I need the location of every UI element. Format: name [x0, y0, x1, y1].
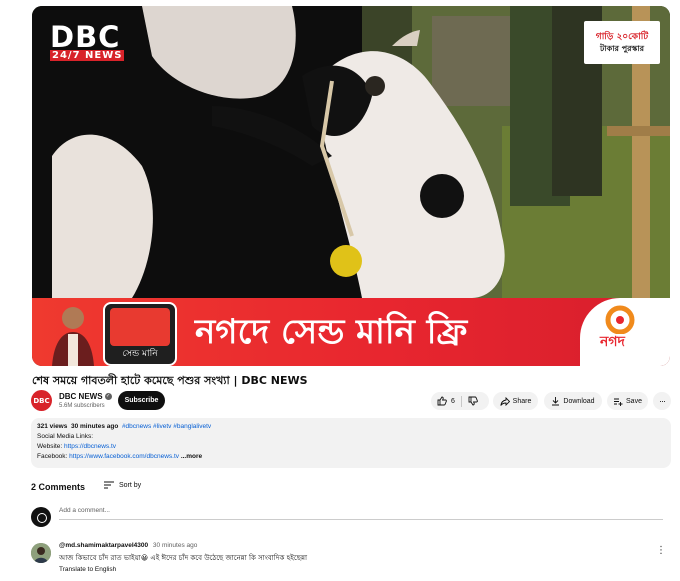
banner-phone-label: সেন্ড মানি: [122, 349, 158, 359]
verified-check-icon: ✓: [104, 393, 112, 401]
more-actions-button[interactable]: ···: [653, 392, 671, 410]
nagad-brand-text: নগদ: [600, 334, 625, 350]
share-label: Share: [512, 397, 532, 405]
video-player[interactable]: DBC 24/7 NEWS গাড়ি ২০কোটি টাকার পুরস্কা…: [32, 6, 670, 366]
comment-text: আজ কিভাবে চাঁদ রাত ভাইয়া😀 এই ঈদের চাঁদ …: [59, 554, 307, 562]
hashtag-links[interactable]: #dbcnews #livetv #banglalivetv: [122, 423, 211, 430]
sort-label: Sort by: [119, 481, 142, 489]
dislike-button[interactable]: [462, 392, 484, 410]
banner-person-image: [46, 304, 100, 366]
thumbs-up-icon: [437, 396, 447, 406]
like-dislike-group: 6: [431, 392, 489, 410]
description-box[interactable]: 321 views 30 minutes ago #dbcnews #livet…: [31, 418, 671, 468]
promo-badge: গাড়ি ২০কোটি টাকার পুরস্কার: [584, 21, 660, 64]
save-label: Save: [626, 397, 642, 405]
logo-sub-text: 24/7 NEWS: [50, 50, 125, 61]
channel-avatar[interactable]: DBC: [31, 390, 52, 411]
logo-main-text: DBC: [50, 20, 121, 54]
video-title: শেষ সময়ে গাবতলী হাটে কমেছে পশুর সংখ্যা …: [32, 374, 308, 387]
subscribe-button[interactable]: Subscribe: [118, 391, 165, 410]
share-button[interactable]: Share: [493, 392, 538, 410]
description-line-facebook: Facebook: https://www.facebook.com/dbcne…: [37, 452, 671, 462]
comments-count: 2 Comments: [31, 482, 86, 492]
facebook-link[interactable]: https://www.facebook.com/dbcnews.tv: [69, 453, 179, 460]
promo-badge-line1: গাড়ি ২০কোটি: [595, 31, 649, 42]
subscriber-count: 5.6M subscribers: [59, 403, 105, 409]
facebook-label: Facebook:: [37, 453, 68, 460]
sort-comments-button[interactable]: Sort by: [104, 481, 141, 489]
save-button[interactable]: Save: [607, 392, 648, 410]
add-comment-input[interactable]: Add a comment...: [59, 507, 663, 520]
video-frame: [32, 6, 670, 298]
website-label: Website:: [37, 443, 63, 450]
like-count: 6: [451, 397, 455, 405]
comment-author[interactable]: @md.shamimaktarpavel4300 30 minutes ago: [59, 542, 197, 549]
current-user-avatar: [31, 507, 51, 527]
download-button[interactable]: Download: [544, 392, 602, 410]
channel-watermark-logo: DBC 24/7 NEWS: [50, 20, 125, 61]
comment-menu-icon[interactable]: ⋮: [656, 545, 666, 556]
save-icon: [613, 397, 623, 406]
channel-name[interactable]: DBC NEWS ✓: [59, 392, 112, 401]
ad-banner: সেন্ড মানি নগদে সেন্ড মানি ফ্রি নগদ: [32, 298, 670, 366]
comment-author-avatar[interactable]: [31, 543, 51, 563]
comment-time[interactable]: 30 minutes ago: [153, 542, 197, 549]
thumbs-down-icon: [468, 396, 478, 406]
description-line-social: Social Media Links:: [37, 433, 93, 440]
like-button[interactable]: 6: [431, 392, 461, 410]
translate-link[interactable]: Translate to English: [59, 566, 116, 573]
download-icon: [551, 396, 560, 406]
upload-time: 30 minutes ago: [70, 423, 119, 430]
view-count: 321 views: [37, 423, 68, 430]
description-meta: 321 views 30 minutes ago #dbcnews #livet…: [37, 422, 671, 432]
video-scene-image: [32, 6, 670, 298]
share-icon: [500, 396, 510, 406]
channel-name-text[interactable]: DBC NEWS: [59, 392, 103, 401]
download-label: Download: [563, 397, 595, 405]
nagad-logo: নগদ: [580, 298, 670, 366]
description-more-link[interactable]: ...more: [181, 453, 202, 460]
sort-icon: [104, 481, 114, 489]
comment-author-name[interactable]: @md.shamimaktarpavel4300: [59, 542, 148, 549]
promo-badge-line2: টাকার পুরস্কার: [599, 43, 645, 53]
banner-phone-image: সেন্ড মানি: [103, 302, 177, 366]
description-line-website: Website: https://dbcnews.tv: [37, 442, 671, 452]
banner-headline: নগদে সেন্ড মানি ফ্রি: [195, 312, 468, 352]
website-link[interactable]: https://dbcnews.tv: [64, 443, 116, 450]
